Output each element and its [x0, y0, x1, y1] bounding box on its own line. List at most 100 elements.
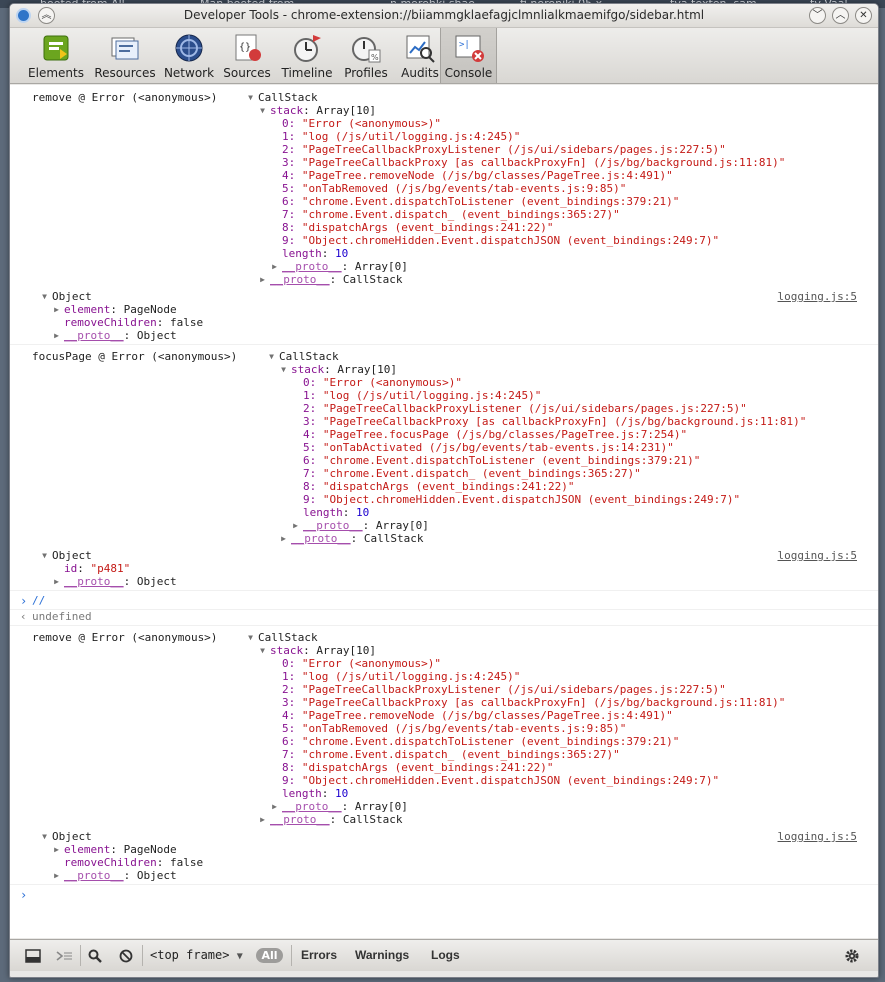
- stack-entry: 8: "dispatchArgs (event_bindings:241:22)…: [282, 761, 554, 774]
- frame-select[interactable]: <top frame> ▼: [150, 940, 246, 971]
- log-separator: [10, 884, 878, 885]
- stack-string: "PageTreeCallbackProxyListener (/js/ui/s…: [322, 402, 747, 415]
- collapsed-triangle-icon[interactable]: ▶: [52, 869, 61, 882]
- tab-elements[interactable]: Elements: [24, 28, 88, 83]
- length-property: length: 10: [303, 506, 369, 519]
- collapsed-triangle-icon[interactable]: ▶: [291, 519, 300, 532]
- array-index: 8:: [303, 480, 323, 493]
- close-button[interactable]: ✕: [855, 7, 872, 24]
- source-link[interactable]: logging.js:5: [778, 549, 857, 562]
- collapsed-triangle-icon[interactable]: ▶: [270, 800, 279, 813]
- property-key: element: [64, 843, 111, 856]
- collapsed-triangle-icon[interactable]: ▶: [258, 813, 267, 826]
- tab-resources[interactable]: Resources: [92, 28, 158, 83]
- log-message-head: focusPage @ Error (<anonymous>): [32, 350, 238, 363]
- collapsed-triangle-icon[interactable]: ▶: [279, 532, 288, 545]
- svg-text:>|: >|: [459, 40, 470, 50]
- source-link[interactable]: logging.js:5: [778, 830, 857, 843]
- stack-string: "chrome.Event.dispatch_ (event_bindings:…: [301, 748, 620, 761]
- svg-text:%: %: [371, 53, 379, 62]
- object-property: __proto__: Object: [64, 869, 177, 882]
- expanded-triangle-icon[interactable]: ▼: [246, 631, 255, 644]
- console-input-prompt-icon[interactable]: ›: [20, 888, 27, 902]
- expanded-triangle-icon[interactable]: ▼: [40, 290, 49, 303]
- property-key: stack: [270, 104, 304, 117]
- colon: :: [342, 506, 356, 519]
- object-property: element: PageNode: [64, 303, 177, 316]
- console-result: undefined: [32, 610, 92, 623]
- tab-network[interactable]: Network: [160, 28, 218, 83]
- maximize-button[interactable]: ︿: [832, 7, 849, 24]
- tab-sources[interactable]: {} Sources: [221, 28, 273, 83]
- tab-audits[interactable]: Audits: [396, 28, 444, 83]
- console-icon: >|: [455, 35, 484, 62]
- title-bar[interactable]: ︽ Developer Tools - chrome-extension://b…: [10, 4, 878, 28]
- stack-entry: 1: "log (/js/util/logging.js:4:245)": [303, 389, 541, 402]
- proto-array-property: __proto__: Array[0]: [282, 800, 408, 813]
- stack-string: "Object.chromeHidden.Event.dispatchJSON …: [301, 234, 720, 247]
- expanded-triangle-icon[interactable]: ▼: [267, 350, 276, 363]
- collapsed-triangle-icon[interactable]: ▶: [258, 273, 267, 286]
- log-message-head: remove @ Error (<anonymous>): [32, 91, 218, 104]
- proto-value: CallStack: [342, 273, 403, 286]
- minimize-button[interactable]: ﹀: [809, 7, 826, 24]
- tab-timeline[interactable]: Timeline: [276, 28, 338, 83]
- filter-errors-button[interactable]: Errors: [301, 940, 337, 971]
- dock-button[interactable]: [25, 940, 45, 971]
- length-value: 10: [335, 247, 349, 260]
- stack-string: "chrome.Event.dispatchToListener (event_…: [301, 735, 680, 748]
- collapsed-triangle-icon[interactable]: ▶: [270, 260, 279, 273]
- devtools-window: ︽ Developer Tools - chrome-extension://b…: [9, 3, 879, 978]
- expanded-triangle-icon[interactable]: ▼: [40, 549, 49, 562]
- array-index: 8:: [282, 761, 302, 774]
- filter-logs-button[interactable]: Logs: [431, 940, 460, 971]
- array-index: 5:: [303, 441, 323, 454]
- array-index: 5:: [282, 722, 302, 735]
- stack-property: stack: Array[10]: [270, 104, 376, 117]
- audits-icon: [406, 35, 435, 63]
- show-console-button[interactable]: [55, 940, 75, 971]
- tab-console[interactable]: >| Console: [440, 28, 497, 83]
- array-index: 6:: [282, 735, 302, 748]
- console-output[interactable]: remove @ Error (<anonymous>) ▼ CallStack ▼ s…: [10, 85, 878, 938]
- expanded-triangle-icon[interactable]: ▼: [258, 644, 267, 657]
- tab-label: Profiles: [344, 66, 388, 80]
- proto-array-property: __proto__: Array[0]: [282, 260, 408, 273]
- colon: :: [110, 843, 124, 856]
- property-value: false: [169, 856, 204, 869]
- object-property: id: "p481": [64, 562, 130, 575]
- console-drawer-icon: [56, 951, 72, 961]
- stack-entry: 7: "chrome.Event.dispatch_ (event_bindin…: [303, 467, 641, 480]
- tab-profiles[interactable]: % Profiles: [338, 28, 394, 83]
- proto-array-property: __proto__: Array[0]: [303, 519, 429, 532]
- search-button[interactable]: [88, 940, 106, 971]
- expanded-triangle-icon[interactable]: ▼: [40, 830, 49, 843]
- collapsed-triangle-icon[interactable]: ▶: [52, 575, 61, 588]
- collapsed-triangle-icon[interactable]: ▶: [52, 303, 61, 316]
- stack-entry: 6: "chrome.Event.dispatchToListener (eve…: [282, 735, 679, 748]
- array-index: 1:: [282, 130, 302, 143]
- collapsed-triangle-icon[interactable]: ▶: [52, 843, 61, 856]
- property-key: id: [64, 562, 78, 575]
- object-label: Object: [52, 290, 92, 303]
- clear-icon: [119, 949, 133, 963]
- property-key: __proto__: [64, 329, 124, 342]
- proto-value: Array[0]: [354, 800, 408, 813]
- property-key: length: [282, 787, 322, 800]
- array-index: 9:: [282, 774, 302, 787]
- expanded-triangle-icon[interactable]: ▼: [279, 363, 288, 376]
- collapsed-triangle-icon[interactable]: ▶: [52, 329, 61, 342]
- proto-callstack-property: __proto__: CallStack: [270, 813, 402, 826]
- expanded-triangle-icon[interactable]: ▼: [246, 91, 255, 104]
- settings-button[interactable]: [844, 940, 862, 971]
- source-link[interactable]: logging.js:5: [778, 290, 857, 303]
- clear-console-button[interactable]: [119, 940, 137, 971]
- array-index: 7:: [282, 748, 302, 761]
- stack-entry: 7: "chrome.Event.dispatch_ (event_bindin…: [282, 748, 620, 761]
- colon: :: [110, 303, 124, 316]
- filter-warnings-button[interactable]: Warnings: [355, 940, 409, 971]
- stack-string: "Object.chromeHidden.Event.dispatchJSON …: [322, 493, 741, 506]
- expanded-triangle-icon[interactable]: ▼: [258, 104, 267, 117]
- filter-all-button[interactable]: All: [256, 948, 283, 963]
- stack-string: "PageTree.focusPage (/js/bg/classes/Page…: [322, 428, 688, 441]
